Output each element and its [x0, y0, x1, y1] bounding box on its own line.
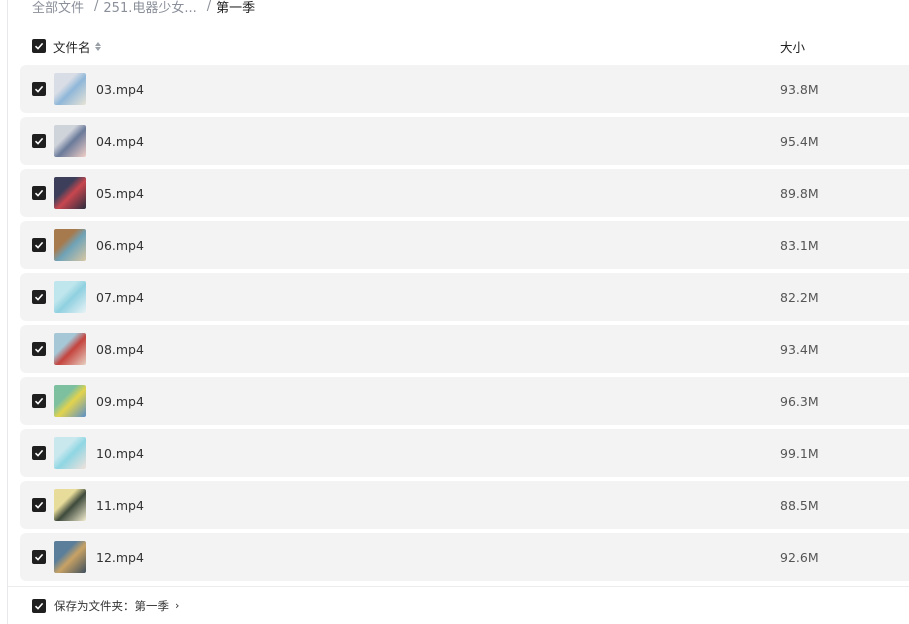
checkmark-icon	[34, 189, 44, 197]
select-all-checkbox[interactable]	[32, 39, 46, 53]
sort-icon[interactable]	[94, 41, 101, 51]
breadcrumb: 全部文件 / 251.电器少女... / 第一季	[32, 0, 256, 16]
breadcrumb-current: 第一季	[216, 0, 256, 16]
checkmark-icon	[34, 449, 44, 457]
file-size: 93.4M	[780, 341, 819, 357]
column-header-size: 大小	[780, 39, 806, 55]
file-checkbox[interactable]	[32, 82, 46, 96]
checkmark-icon	[34, 85, 44, 93]
file-checkbox[interactable]	[32, 186, 46, 200]
file-checkbox[interactable]	[32, 238, 46, 252]
file-size: 93.8M	[780, 81, 819, 97]
file-size: 92.6M	[780, 549, 819, 565]
file-name[interactable]: 06.mp4	[96, 238, 144, 253]
video-thumbnail	[54, 73, 86, 105]
breadcrumb-root[interactable]: 全部文件	[32, 0, 84, 16]
video-thumbnail	[54, 437, 86, 469]
file-name[interactable]: 07.mp4	[96, 290, 144, 305]
file-checkbox[interactable]	[32, 394, 46, 408]
file-size: 83.1M	[780, 237, 819, 253]
file-row[interactable]: 10.mp4 99.1M	[20, 429, 909, 477]
video-thumbnail	[54, 125, 86, 157]
file-row[interactable]: 09.mp4 96.3M	[20, 377, 909, 425]
file-name[interactable]: 03.mp4	[96, 82, 144, 97]
file-checkbox[interactable]	[32, 342, 46, 356]
video-thumbnail	[54, 333, 86, 365]
file-row[interactable]: 11.mp4 88.5M	[20, 481, 909, 529]
column-header-name[interactable]: 文件名	[53, 37, 101, 56]
checkmark-icon	[34, 42, 44, 50]
file-size: 99.1M	[780, 445, 819, 461]
video-thumbnail	[54, 177, 86, 209]
file-row[interactable]: 08.mp4 93.4M	[20, 325, 909, 373]
checkmark-icon	[34, 397, 44, 405]
checkmark-icon	[34, 137, 44, 145]
file-row[interactable]: 05.mp4 89.8M	[20, 169, 909, 217]
panel-left-border	[7, 0, 8, 624]
breadcrumb-separator: /	[94, 0, 99, 14]
file-checkbox[interactable]	[32, 290, 46, 304]
file-row[interactable]: 06.mp4 83.1M	[20, 221, 909, 269]
breadcrumb-separator: /	[206, 0, 212, 14]
file-checkbox[interactable]	[32, 498, 46, 512]
column-header-name-label: 文件名	[53, 39, 91, 55]
file-list: 03.mp4 93.8M 04.mp4 95.4M 05.mp4 89.8M 06.mp4 8…	[20, 65, 909, 585]
file-name[interactable]: 04.mp4	[96, 134, 144, 149]
save-as-folder-label[interactable]: 保存为文件夹：第一季	[54, 598, 169, 614]
checkmark-icon	[34, 241, 44, 249]
video-thumbnail	[54, 229, 86, 261]
file-name[interactable]: 08.mp4	[96, 342, 144, 357]
checkmark-icon	[34, 345, 44, 353]
file-size: 88.5M	[780, 497, 819, 513]
file-name[interactable]: 10.mp4	[96, 446, 144, 461]
file-list-header: 文件名 大小	[20, 34, 909, 58]
file-name[interactable]: 05.mp4	[96, 186, 144, 201]
file-size: 96.3M	[780, 393, 819, 409]
file-size: 82.2M	[780, 289, 819, 305]
video-thumbnail	[54, 385, 86, 417]
video-thumbnail	[54, 489, 86, 521]
file-row[interactable]: 04.mp4 95.4M	[20, 117, 909, 165]
checkmark-icon	[34, 602, 44, 610]
file-name[interactable]: 12.mp4	[96, 550, 144, 565]
file-size: 89.8M	[780, 185, 819, 201]
footer-bar: 保存为文件夹：第一季 ›	[8, 586, 909, 624]
file-checkbox[interactable]	[32, 446, 46, 460]
checkmark-icon	[34, 293, 44, 301]
file-checkbox[interactable]	[32, 550, 46, 564]
file-checkbox[interactable]	[32, 134, 46, 148]
save-as-folder-checkbox[interactable]	[32, 598, 46, 613]
file-name[interactable]: 11.mp4	[96, 498, 144, 513]
file-row[interactable]: 12.mp4 92.6M	[20, 533, 909, 581]
checkmark-icon	[34, 553, 44, 561]
file-name[interactable]: 09.mp4	[96, 394, 144, 409]
video-thumbnail	[54, 281, 86, 313]
file-size: 95.4M	[780, 133, 819, 149]
file-row[interactable]: 07.mp4 82.2M	[20, 273, 909, 321]
chevron-right-icon[interactable]: ›	[175, 599, 179, 612]
breadcrumb-parent[interactable]: 251.电器少女...	[103, 0, 196, 16]
checkmark-icon	[34, 501, 44, 509]
video-thumbnail	[54, 541, 86, 573]
file-row[interactable]: 03.mp4 93.8M	[20, 65, 909, 113]
